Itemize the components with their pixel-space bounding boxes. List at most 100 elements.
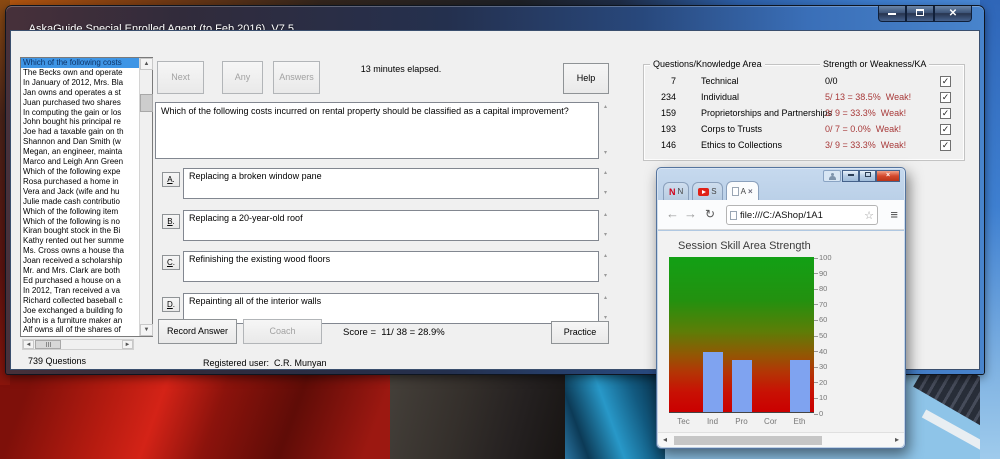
question-list-item[interactable]: Megan, an engineer, mainta <box>21 147 139 157</box>
question-list-vscrollbar[interactable]: ▲ ▼ <box>139 58 153 336</box>
file-icon <box>731 186 739 196</box>
question-text-box[interactable]: Which of the following costs incurred on… <box>155 102 599 159</box>
browser-scroll-left-icon[interactable]: ◂ <box>663 435 667 444</box>
practice-button[interactable]: Practice <box>551 321 609 344</box>
record-answer-button[interactable]: Record Answer <box>158 319 237 344</box>
question-list-item[interactable]: Which of the following costs <box>21 58 139 68</box>
tab-youtube-label: S <box>711 187 717 196</box>
question-list-item[interactable]: Julie made cash contributio <box>21 197 139 207</box>
tab-youtube[interactable]: S <box>692 182 723 200</box>
answer-c-button[interactable]: C. <box>162 255 180 270</box>
answer-d-button[interactable]: D. <box>162 297 180 312</box>
help-button[interactable]: Help <box>563 63 609 94</box>
answers-button[interactable]: Answers <box>273 61 320 94</box>
answer-a-down-icon[interactable]: ▾ <box>601 190 610 197</box>
answer-c-box[interactable]: Refinishing the existing wood floors <box>183 251 599 282</box>
question-list-item[interactable]: In January of 2012, Mrs. Bla <box>21 78 139 88</box>
y-axis-tick-label: 80 <box>814 284 827 293</box>
tab-active-file[interactable]: A × <box>725 181 759 200</box>
answer-c-up-icon[interactable]: ▴ <box>601 253 610 260</box>
browser-minimize-button[interactable] <box>842 170 859 182</box>
question-list-item[interactable]: Vera and Jack (wife and hu <box>21 187 139 197</box>
strength-weakness-title: Strength or Weakness/KA <box>820 59 930 69</box>
any-button[interactable]: Any <box>222 61 263 94</box>
question-list-item[interactable]: Juan purchased two shares <box>21 98 139 108</box>
wallpaper-glass-region <box>565 368 665 459</box>
question-list-item[interactable]: John bought his principal re <box>21 117 139 127</box>
tab-close-icon[interactable]: × <box>748 187 753 196</box>
browser-scroll-right-icon[interactable]: ▸ <box>895 435 899 444</box>
question-list-item[interactable]: Kathy rented out her summe <box>21 236 139 246</box>
coach-button[interactable]: Coach <box>243 319 322 344</box>
browser-maximize-button[interactable] <box>859 170 876 182</box>
question-list-item[interactable]: Joe had a taxable gain on th <box>21 127 139 137</box>
answer-d-up-icon[interactable]: ▴ <box>601 295 610 302</box>
question-list-item[interactable]: Ed purchased a house on a <box>21 276 139 286</box>
question-list-item[interactable]: Joan received a scholarship <box>21 256 139 266</box>
browser-minimize-icon <box>847 174 854 176</box>
question-list-item[interactable]: Jan owns and operates a st <box>21 88 139 98</box>
chart-title: Session Skill Area Strength <box>678 240 811 252</box>
question-list-item[interactable]: In computing the gain or los <box>21 108 139 118</box>
answer-a-button[interactable]: A. <box>162 172 180 187</box>
question-scroll-up-icon[interactable]: ▴ <box>601 104 610 111</box>
answer-b-box[interactable]: Replacing a 20-year-old roof <box>183 210 599 241</box>
question-list-item[interactable]: Joe exchanged a building fo <box>21 306 139 316</box>
knowledge-checkbox[interactable]: ✓ <box>940 140 951 151</box>
answer-a-box[interactable]: Replacing a broken window pane <box>183 168 599 199</box>
question-list-item[interactable]: Which of the following expe <box>21 167 139 177</box>
answer-b-down-icon[interactable]: ▾ <box>601 232 610 239</box>
knowledge-strength-label: 5/ 13 = 38.5% Weak! <box>825 92 912 102</box>
question-list-item[interactable]: In 2012, Tran received a va <box>21 286 139 296</box>
forward-button[interactable]: → <box>684 206 697 221</box>
question-scroll-down-icon[interactable]: ▾ <box>601 150 610 157</box>
question-list-hscrollbar[interactable]: ◄ ► <box>22 339 134 350</box>
next-button[interactable]: Next <box>157 61 204 94</box>
question-list-item[interactable]: Ms. Cross owns a house tha <box>21 246 139 256</box>
hscroll-thumb[interactable] <box>35 340 61 349</box>
browser-close-button[interactable]: × <box>876 170 900 182</box>
browser-title-bar[interactable]: × N N S A × <box>657 168 905 200</box>
question-list-item[interactable]: Richard collected baseball c <box>21 296 139 306</box>
scroll-down-button[interactable]: ▼ <box>140 324 153 336</box>
question-list-item[interactable]: Marco and Leigh Ann Green <box>21 157 139 167</box>
browser-hscroll-thumb[interactable] <box>674 436 822 445</box>
question-list-item[interactable]: Which of the following item <box>21 207 139 217</box>
knowledge-row: 159 Proprietorships and Partnerships 3/ 9 … <box>644 108 964 124</box>
question-list-item[interactable]: Rosa purchased a home in <box>21 177 139 187</box>
menu-button[interactable]: ≡ <box>890 207 898 222</box>
question-list-item[interactable]: Kiran bought stock in the Bi <box>21 226 139 236</box>
close-button[interactable]: ✕ <box>934 6 972 22</box>
question-list-item[interactable]: Which of the following is no <box>21 217 139 227</box>
question-list-item[interactable]: Shannon and Dan Smith (w <box>21 137 139 147</box>
answer-a-up-icon[interactable]: ▴ <box>601 170 610 177</box>
question-list-item[interactable]: Alf owns all of the shares of <box>21 325 139 335</box>
answer-b-up-icon[interactable]: ▴ <box>601 212 610 219</box>
address-bar[interactable]: file:///C:/AShop/1A1 ☆ <box>726 205 878 225</box>
knowledge-checkbox[interactable]: ✓ <box>940 76 951 87</box>
maximize-button[interactable] <box>906 6 934 22</box>
scroll-right-icon: ► <box>124 342 131 348</box>
reload-button[interactable]: ↻ <box>705 207 715 221</box>
bookmark-star-icon[interactable]: ☆ <box>864 209 874 222</box>
knowledge-checkbox[interactable]: ✓ <box>940 92 951 103</box>
question-list-item[interactable]: The Becks own and operate <box>21 68 139 78</box>
scroll-right-button[interactable]: ► <box>122 340 133 349</box>
knowledge-checkbox[interactable]: ✓ <box>940 108 951 119</box>
minimize-button[interactable] <box>878 6 906 22</box>
question-list-item[interactable]: Mr. and Mrs. Clark are both <box>21 266 139 276</box>
scroll-left-button[interactable]: ◄ <box>23 340 34 349</box>
browser-hscrollbar[interactable]: ◂ ▸ <box>658 432 904 447</box>
scroll-up-button[interactable]: ▲ <box>140 58 153 70</box>
back-button[interactable]: ← <box>666 206 679 221</box>
vscroll-thumb[interactable] <box>140 94 153 112</box>
knowledge-checkbox[interactable]: ✓ <box>940 124 951 135</box>
app-title-bar[interactable]: AskaGuide Special Enrolled Agent (to Feb… <box>6 6 984 35</box>
tab-netflix[interactable]: N N <box>663 182 690 200</box>
question-list-item[interactable]: John is a furniture maker an <box>21 316 139 326</box>
answer-b-button[interactable]: B. <box>162 214 180 229</box>
url-text[interactable]: file:///C:/AShop/1A1 <box>740 210 861 221</box>
question-list[interactable]: Which of the following costs The Becks ow… <box>20 57 153 337</box>
answer-c-down-icon[interactable]: ▾ <box>601 273 610 280</box>
profile-button[interactable] <box>823 170 841 182</box>
